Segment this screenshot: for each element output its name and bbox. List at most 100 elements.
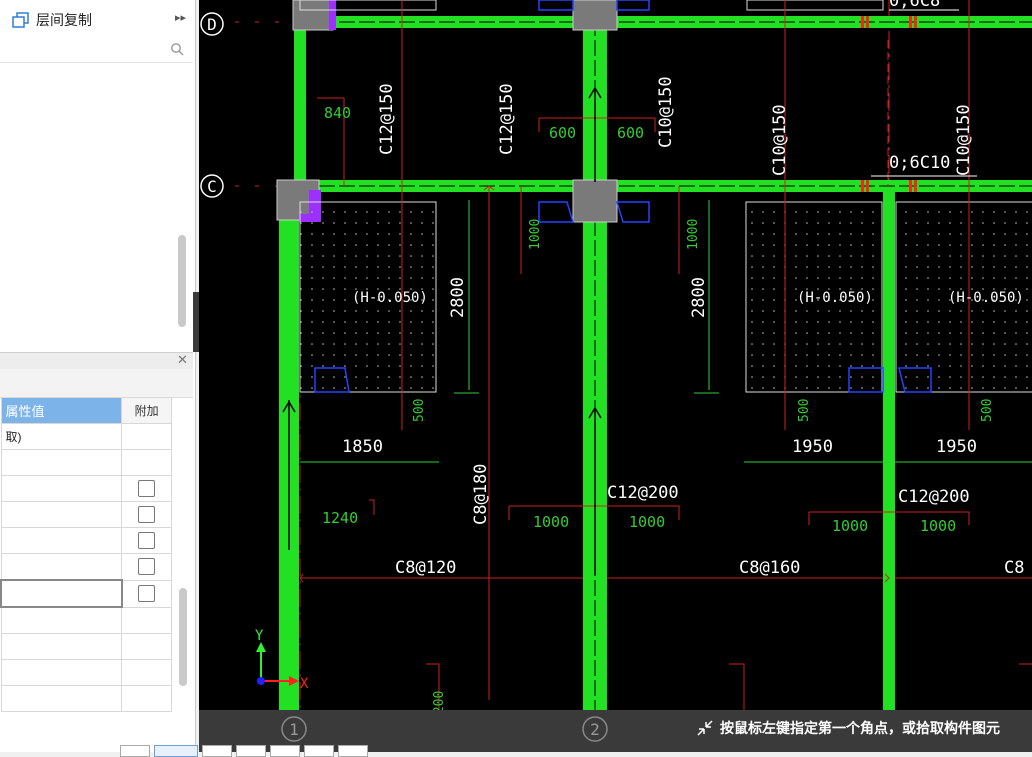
dimension-label: 1950 bbox=[936, 437, 977, 457]
property-value[interactable] bbox=[0, 501, 123, 528]
column[interactable] bbox=[572, 179, 618, 223]
dimension-label: 1240 bbox=[322, 509, 358, 527]
dimension-label: 500 bbox=[797, 399, 812, 422]
rebar-label[interactable]: C10@150 bbox=[656, 76, 676, 148]
svg-text:C: C bbox=[207, 177, 217, 196]
rebar-label[interactable]: C10@150 bbox=[954, 104, 974, 176]
rebar-label[interactable]: C8@120 bbox=[395, 558, 456, 578]
svg-text:1: 1 bbox=[289, 720, 299, 739]
bottom-tab-selected[interactable] bbox=[154, 745, 198, 757]
table-row[interactable] bbox=[0, 606, 172, 634]
property-value[interactable] bbox=[0, 659, 123, 686]
bottom-tab[interactable] bbox=[270, 745, 300, 757]
addon-checkbox[interactable] bbox=[138, 558, 156, 576]
column-header-addon: 附加 bbox=[121, 397, 172, 424]
rebar-label[interactable]: 0;6C10 bbox=[889, 153, 950, 173]
dimension-label: 1000 bbox=[832, 517, 868, 535]
table-row[interactable] bbox=[0, 527, 172, 554]
dimension-label: 1000 bbox=[629, 513, 665, 531]
bottom-tab[interactable] bbox=[120, 745, 150, 757]
rebar-label[interactable]: C8@180 bbox=[471, 464, 491, 525]
left-panel: 层间复制 ▸▸ ✕ 属性值 附加 取) bbox=[0, 0, 196, 752]
slab-elevation-label: (H-0.050) bbox=[948, 290, 1024, 306]
dimension-label: 1000 bbox=[533, 513, 569, 531]
property-value[interactable] bbox=[0, 449, 123, 476]
addon-cell bbox=[121, 659, 172, 686]
table-row[interactable] bbox=[0, 475, 172, 502]
property-panel-header bbox=[0, 352, 193, 369]
column-header-value: 属性值 bbox=[0, 397, 123, 424]
table-row[interactable] bbox=[0, 449, 172, 476]
bottom-tab[interactable] bbox=[338, 745, 368, 757]
addon-checkbox[interactable] bbox=[138, 585, 156, 602]
expand-panel-icon[interactable]: ▸▸ bbox=[175, 11, 186, 24]
table-row[interactable] bbox=[0, 553, 172, 581]
property-value[interactable] bbox=[0, 527, 123, 554]
table-row[interactable] bbox=[0, 579, 172, 608]
property-table: 属性值 附加 取) bbox=[0, 397, 172, 712]
table-row[interactable]: 取) bbox=[0, 423, 172, 450]
dimension-label: 1200 bbox=[432, 691, 447, 710]
floor-copy-label: 层间复制 bbox=[36, 12, 92, 28]
copy-icon bbox=[12, 12, 29, 28]
search-row bbox=[0, 38, 193, 63]
bottom-tab[interactable] bbox=[236, 745, 266, 757]
addon-cell bbox=[121, 423, 172, 450]
rebar-label[interactable]: C12@200 bbox=[898, 487, 970, 507]
dimension-label: 600 bbox=[617, 124, 644, 142]
property-value[interactable] bbox=[0, 633, 123, 660]
addon-cell bbox=[121, 449, 172, 476]
column[interactable] bbox=[572, 0, 618, 31]
rebar-label[interactable]: C8@160 bbox=[739, 558, 800, 578]
rebar-label[interactable]: C10@150 bbox=[770, 104, 790, 176]
rebar-label[interactable]: C12@150 bbox=[377, 83, 397, 155]
drawing-canvas[interactable]: D C C12@150 C12@150 C10@150 C10@150 C10@… bbox=[199, 0, 1032, 710]
bottom-tab[interactable] bbox=[202, 745, 232, 757]
command-prompt-text: 按鼠标左键指定第一个角点，或拾取构件图元 bbox=[720, 720, 1000, 736]
addon-cell bbox=[121, 633, 172, 660]
floor-copy-button[interactable]: 层间复制 bbox=[12, 9, 92, 31]
table-row[interactable] bbox=[0, 659, 172, 686]
table-row[interactable] bbox=[0, 685, 172, 712]
beam-3[interactable] bbox=[883, 192, 895, 710]
addon-checkbox[interactable] bbox=[138, 480, 156, 497]
dimension-label: 2800 bbox=[448, 277, 468, 318]
bottom-tab-strip bbox=[120, 745, 368, 757]
property-value[interactable] bbox=[0, 475, 123, 502]
slab-elevation-label: (H-0.050) bbox=[797, 290, 873, 306]
axis-bubble-2: 2 bbox=[582, 716, 608, 742]
search-icon[interactable] bbox=[170, 42, 184, 56]
svg-text:Y: Y bbox=[255, 628, 264, 644]
dimension-label: 1000 bbox=[920, 517, 956, 535]
property-value[interactable] bbox=[0, 553, 123, 581]
column[interactable] bbox=[292, 0, 334, 31]
rebar-label[interactable]: 0;6C8 bbox=[889, 0, 940, 11]
rebar-label[interactable]: C12@150 bbox=[497, 83, 517, 155]
search-input[interactable] bbox=[4, 40, 168, 60]
property-toolbar bbox=[0, 369, 193, 398]
left-toolbar: 层间复制 ▸▸ bbox=[0, 0, 193, 39]
close-icon[interactable]: ✕ bbox=[177, 352, 188, 368]
table-row[interactable] bbox=[0, 633, 172, 660]
property-value[interactable] bbox=[0, 606, 123, 634]
property-scrollbar[interactable] bbox=[179, 588, 187, 686]
svg-text:2: 2 bbox=[590, 720, 600, 739]
rebar-label[interactable]: C8 bbox=[1004, 558, 1024, 578]
dimension-label: 1850 bbox=[342, 437, 383, 457]
property-value[interactable] bbox=[0, 685, 123, 712]
dimension-label: 2800 bbox=[689, 277, 709, 318]
slab-elevation-label: (H-0.050) bbox=[352, 290, 428, 306]
table-header-row: 属性值 附加 bbox=[0, 397, 172, 424]
dimension-label: 600 bbox=[549, 124, 576, 142]
rebar-label[interactable]: C12@200 bbox=[607, 483, 679, 503]
property-value-editing[interactable] bbox=[0, 579, 123, 608]
bottom-tab[interactable] bbox=[304, 745, 334, 757]
dimension-label: 500 bbox=[412, 399, 427, 422]
dimension-label: 1000 bbox=[528, 219, 543, 250]
addon-checkbox[interactable] bbox=[138, 532, 156, 549]
property-value[interactable]: 取) bbox=[0, 423, 123, 450]
svg-text:D: D bbox=[207, 15, 217, 34]
table-row[interactable] bbox=[0, 501, 172, 528]
addon-checkbox[interactable] bbox=[138, 506, 156, 523]
tree-scrollbar[interactable] bbox=[178, 235, 186, 327]
